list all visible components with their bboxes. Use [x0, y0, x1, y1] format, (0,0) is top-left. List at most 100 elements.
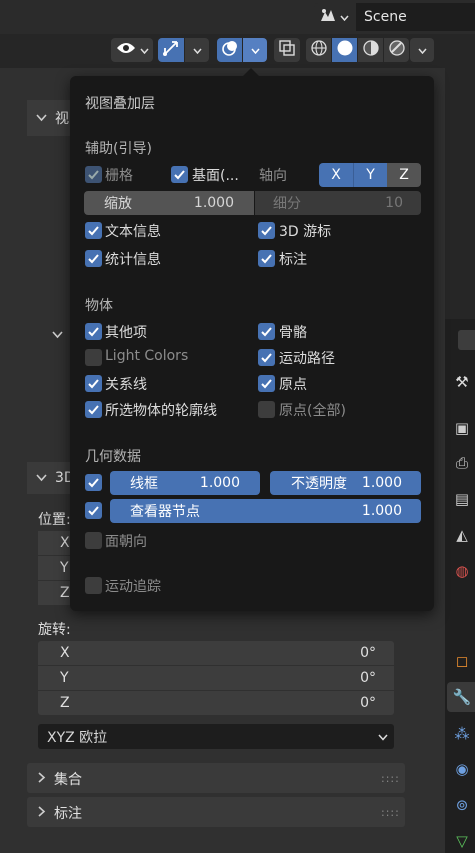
origins-checkbox[interactable]: [258, 375, 275, 392]
light-colors-label: Light Colors: [105, 348, 189, 364]
extras-label: 其他项: [105, 325, 147, 341]
axis-z-toggle[interactable]: Z: [387, 163, 421, 187]
popover-title: 视图叠加层: [85, 96, 155, 112]
location-label: 位置:: [38, 512, 71, 528]
rotation-mode-select[interactable]: XYZ 欧拉: [38, 724, 394, 749]
gizmo-icon: [162, 39, 180, 61]
statistics-checkbox[interactable]: [85, 250, 102, 267]
objects-heading: 物体: [85, 298, 113, 314]
motion-tracking-checkbox[interactable]: [85, 577, 102, 594]
chevron-right-icon: [38, 805, 46, 821]
face-orientation-checkbox[interactable]: [85, 532, 102, 549]
wireframe-checkbox[interactable]: [85, 474, 102, 491]
collections-section-title: 集合: [38, 769, 82, 789]
rotation-z-field[interactable]: Z 0°: [38, 691, 394, 715]
annotations-label: 标注: [279, 252, 307, 268]
guides-heading: 辅助(引导): [85, 141, 152, 157]
view-section-title: 视: [36, 108, 69, 128]
grid-subdivisions-field[interactable]: 细分 10: [255, 191, 421, 215]
relationship-lines-checkbox[interactable]: [85, 375, 102, 392]
motion-paths-checkbox[interactable]: [258, 349, 275, 366]
eye-icon: [116, 41, 136, 59]
particles-icon[interactable]: ⁂: [450, 722, 474, 746]
floor-checkbox[interactable]: [171, 166, 188, 183]
drag-handle-icon[interactable]: ::::: [381, 806, 400, 819]
axes-label: 轴向: [259, 168, 287, 184]
scene-icon[interactable]: ◭: [450, 523, 474, 547]
visibility-selectability-button[interactable]: [111, 38, 153, 62]
tool-icon[interactable]: ⚒: [450, 370, 474, 394]
geometry-heading: 几何数据: [85, 449, 141, 465]
rendered-shading-button[interactable]: [384, 38, 409, 62]
gizmo-toggle-button[interactable]: [158, 38, 184, 62]
scene-icon: [319, 7, 337, 27]
solid-sphere-icon: [336, 39, 354, 61]
chevron-down-icon: [417, 43, 427, 58]
bones-checkbox[interactable]: [258, 323, 275, 340]
origins-label: 原点: [279, 377, 307, 393]
floor-label: 基面(...: [192, 168, 239, 184]
popover-arrow: [243, 68, 259, 76]
wrench-icon[interactable]: 🔧: [450, 685, 474, 709]
statistics-label: 统计信息: [105, 252, 161, 268]
wireframe-shading-button[interactable]: [306, 38, 331, 62]
xray-toggle-button[interactable]: [274, 38, 300, 62]
viewer-node-checkbox[interactable]: [85, 502, 102, 519]
light-colors-checkbox[interactable]: [85, 349, 102, 366]
axis-y-toggle[interactable]: Y: [353, 163, 387, 187]
object-icon[interactable]: ◻: [450, 649, 474, 673]
axis-x-toggle[interactable]: X: [319, 163, 353, 187]
constraints-icon[interactable]: ⊚: [450, 793, 474, 817]
view-layer-icon[interactable]: ▤: [450, 487, 474, 511]
3d-cursor-label: 3D 游标: [279, 224, 332, 240]
chevron-down-icon: [139, 43, 149, 58]
grid-scale-field[interactable]: 缩放 1.000: [84, 191, 254, 215]
overlays-dropdown-button[interactable]: [243, 38, 267, 62]
outline-selected-label: 所选物体的轮廓线: [105, 403, 217, 419]
scene-selector-button[interactable]: [314, 3, 354, 31]
solid-shading-button[interactable]: [332, 38, 357, 62]
extras-checkbox[interactable]: [85, 323, 102, 340]
rotation-label: 旋转:: [38, 622, 71, 638]
material-preview-button[interactable]: [358, 38, 383, 62]
chevron-down-icon: [340, 10, 349, 25]
overlays-icon: [221, 39, 239, 61]
render-icon[interactable]: ▣: [450, 416, 474, 440]
rendered-sphere-icon: [388, 39, 406, 61]
collections-section-header[interactable]: [27, 763, 405, 793]
scene-name-field[interactable]: Scene: [356, 3, 475, 31]
rotation-y-field[interactable]: Y 0°: [38, 666, 394, 690]
output-icon[interactable]: ⎙: [450, 451, 474, 475]
shading-dropdown-button[interactable]: [410, 38, 434, 62]
3d-cursor-checkbox[interactable]: [258, 222, 275, 239]
grid-label: 栅格: [105, 168, 133, 184]
outliner-edge: [445, 34, 475, 319]
drag-handle-icon[interactable]: ::::: [381, 772, 400, 785]
origins-all-checkbox[interactable]: [258, 401, 275, 418]
chevron-down-icon: [36, 110, 47, 126]
rotation-x-field[interactable]: X 0°: [38, 641, 394, 665]
outline-selected-checkbox[interactable]: [85, 401, 102, 418]
data-icon[interactable]: ▽: [450, 829, 474, 853]
chevron-down-icon: [36, 470, 47, 486]
grid-checkbox[interactable]: [85, 166, 102, 183]
text-info-checkbox[interactable]: [85, 222, 102, 239]
annotations-checkbox[interactable]: [258, 250, 275, 267]
editor-type-icon[interactable]: [458, 330, 475, 350]
wireframe-threshold-slider[interactable]: 线框 1.000: [110, 471, 260, 495]
bones-label: 骨骼: [279, 325, 307, 341]
material-sphere-icon: [362, 39, 380, 61]
motion-tracking-label: 运动追踪: [105, 579, 161, 595]
wireframe-opacity-slider[interactable]: 不透明度 1.000: [270, 471, 421, 495]
world-icon[interactable]: ◍: [450, 559, 474, 583]
gizmo-dropdown-button[interactable]: [185, 38, 209, 62]
wireframe-sphere-icon: [310, 39, 328, 61]
annotations-section-header[interactable]: [27, 797, 405, 827]
physics-icon[interactable]: ◉: [450, 757, 474, 781]
motion-paths-label: 运动路径: [279, 351, 335, 367]
origins-all-label: 原点(全部): [279, 403, 346, 419]
xray-icon: [279, 40, 295, 60]
viewer-node-opacity-slider[interactable]: 查看器节点 1.000: [110, 499, 421, 523]
subpanel-chevron-icon: [52, 328, 63, 343]
overlays-toggle-button[interactable]: [217, 38, 242, 62]
